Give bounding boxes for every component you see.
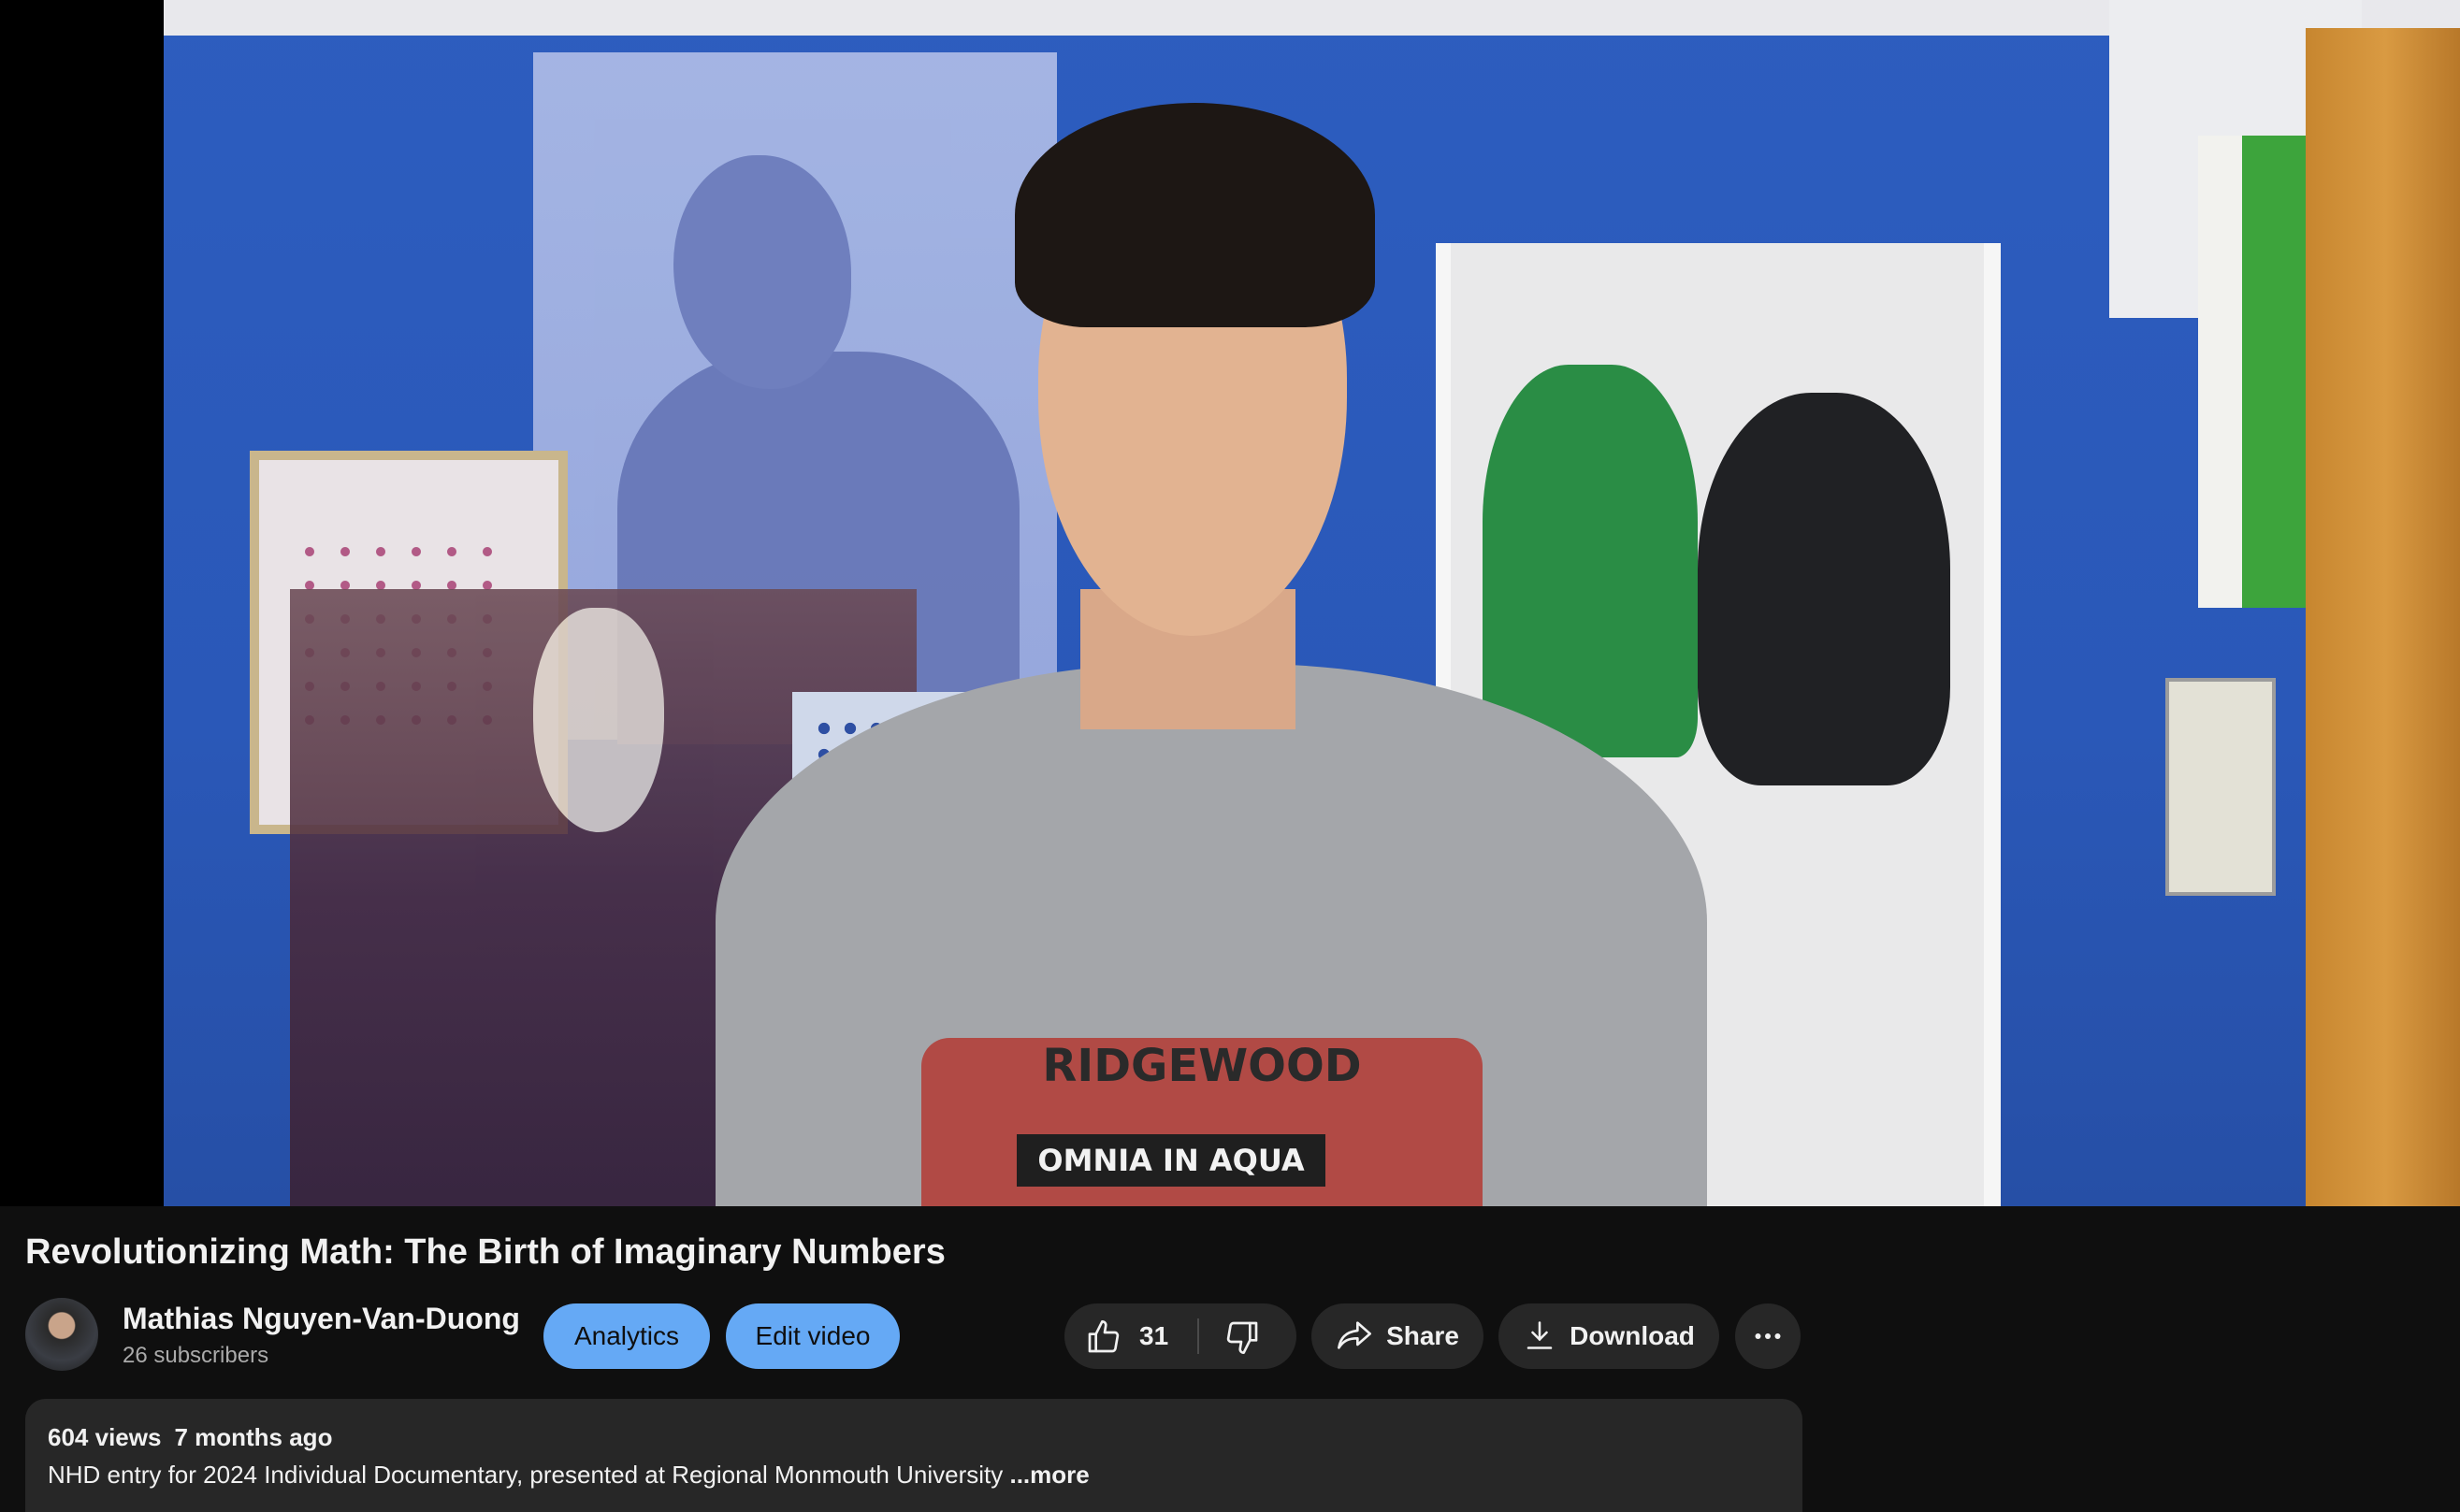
share-button[interactable]: Share (1311, 1303, 1483, 1369)
view-count: 604 views (48, 1423, 162, 1451)
description-meta: 604 views 7 months ago (48, 1423, 332, 1452)
scene-bookshelf (2306, 28, 2460, 1206)
download-label: Download (1570, 1321, 1695, 1350)
thumbs-down-icon (1226, 1321, 1258, 1354)
show-more-link[interactable]: ...more (1009, 1461, 1089, 1489)
channel-name[interactable]: Mathias Nguyen-Van-Duong (123, 1302, 520, 1336)
edit-video-button[interactable]: Edit video (726, 1303, 900, 1369)
description-text: NHD entry for 2024 Individual Documentar… (48, 1461, 1090, 1490)
like-button[interactable]: 31 (1064, 1303, 1197, 1369)
share-arrow-icon (1338, 1320, 1372, 1349)
analytics-button[interactable]: Analytics (543, 1303, 710, 1369)
download-button[interactable]: Download (1498, 1303, 1719, 1369)
description-body: NHD entry for 2024 Individual Documentar… (48, 1461, 1004, 1489)
like-dislike-group: 31 (1064, 1303, 1296, 1369)
video-player[interactable]: RIDGEWOOD OMNIA IN AQUA (0, 0, 2460, 1206)
subscriber-count: 26 subscribers (123, 1343, 269, 1368)
share-label: Share (1386, 1321, 1459, 1350)
description-box[interactable]: 604 views 7 months ago NHD entry for 2024… (25, 1399, 1802, 1512)
youtube-watch-page: RIDGEWOOD OMNIA IN AQUA Revolutionizing … (0, 0, 2460, 1512)
wall-certificate (2165, 678, 2276, 896)
shirt-text: RIDGEWOOD (1042, 1040, 1362, 1092)
more-horizontal-icon (1755, 1333, 1781, 1339)
more-actions-button[interactable] (1735, 1303, 1801, 1369)
video-title: Revolutionizing Math: The Birth of Imagi… (25, 1232, 946, 1272)
like-count: 31 (1139, 1321, 1169, 1350)
channel-avatar[interactable] (25, 1298, 98, 1371)
dislike-button[interactable] (1199, 1303, 1296, 1369)
presenter: RIDGEWOOD OMNIA IN AQUA (716, 103, 1707, 1206)
scene-backpack (1698, 393, 1950, 785)
shirt-band-text: OMNIA IN AQUA (1017, 1134, 1325, 1187)
download-icon (1527, 1320, 1553, 1349)
upload-age: 7 months ago (174, 1423, 333, 1451)
thumbs-up-icon (1088, 1320, 1120, 1353)
video-frame[interactable]: RIDGEWOOD OMNIA IN AQUA (164, 0, 2460, 1206)
